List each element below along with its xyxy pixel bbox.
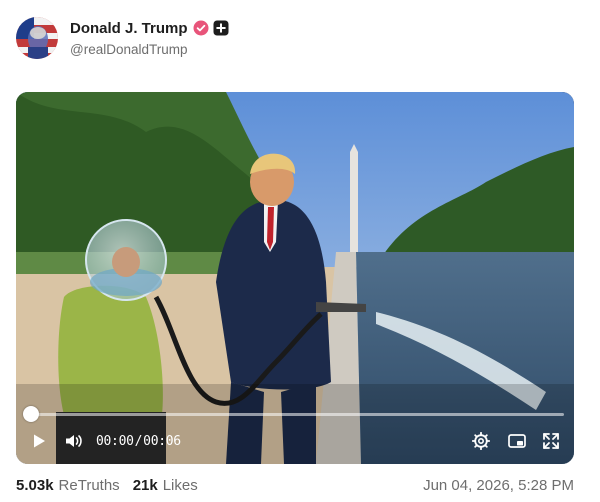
retruths-label: ReTruths xyxy=(58,476,120,494)
video-controls: 00:00 / 00:06 xyxy=(16,428,574,454)
name-row: Donald J. Trump xyxy=(70,20,229,37)
post-footer: 5.03k ReTruths 21k Likes Jun 04, 2026, 5… xyxy=(16,474,574,496)
post-timestamp[interactable]: Jun 04, 2026, 5:28 PM xyxy=(423,477,574,494)
likes-stat[interactable]: 21k Likes xyxy=(133,477,198,494)
plus-square-icon xyxy=(213,20,229,36)
volume-icon[interactable] xyxy=(60,428,88,454)
play-icon[interactable] xyxy=(26,428,52,454)
fullscreen-icon[interactable] xyxy=(538,428,564,454)
duration: 00:06 xyxy=(143,433,181,449)
time-separator: / xyxy=(134,433,143,449)
picture-in-picture-icon[interactable] xyxy=(504,428,530,454)
retruths-stat[interactable]: 5.03k ReTruths xyxy=(16,477,120,494)
user-names: Donald J. Trump @realDonaldTrump xyxy=(70,20,229,57)
current-time: 00:00 xyxy=(96,433,134,449)
display-name[interactable]: Donald J. Trump xyxy=(70,20,188,37)
avatar[interactable] xyxy=(16,17,58,59)
video-player[interactable]: 00:00 / 00:06 xyxy=(16,92,574,464)
user-handle[interactable]: @realDonaldTrump xyxy=(70,42,229,57)
progress-scrubber[interactable] xyxy=(23,406,39,422)
likes-count: 21k xyxy=(132,476,158,494)
video-time: 00:00 / 00:06 xyxy=(96,428,181,454)
progress-track[interactable] xyxy=(31,413,564,416)
verified-badge-icon xyxy=(193,20,209,36)
likes-label: Likes xyxy=(162,476,198,494)
settings-gear-icon[interactable] xyxy=(468,428,494,454)
retruths-count: 5.03k xyxy=(16,476,54,494)
video-frame xyxy=(16,92,574,464)
post-header: Donald J. Trump @realDonaldTrump xyxy=(16,16,229,60)
